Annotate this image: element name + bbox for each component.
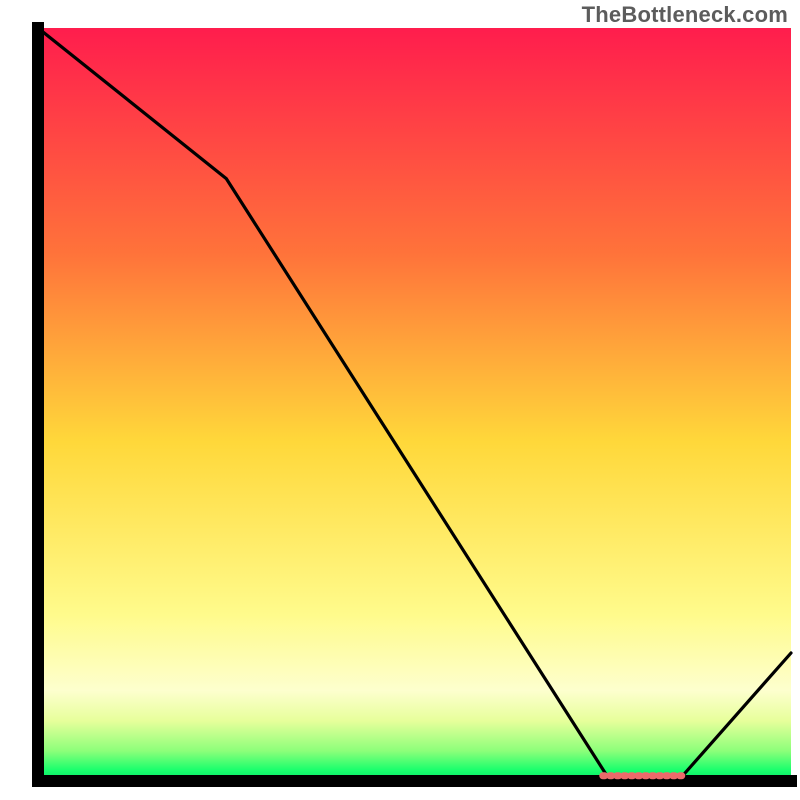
- chart-container: TheBottleneck.com: [0, 0, 800, 800]
- bottleneck-chart: [0, 0, 800, 800]
- plot-background: [38, 28, 791, 781]
- watermark-text: TheBottleneck.com: [582, 2, 788, 28]
